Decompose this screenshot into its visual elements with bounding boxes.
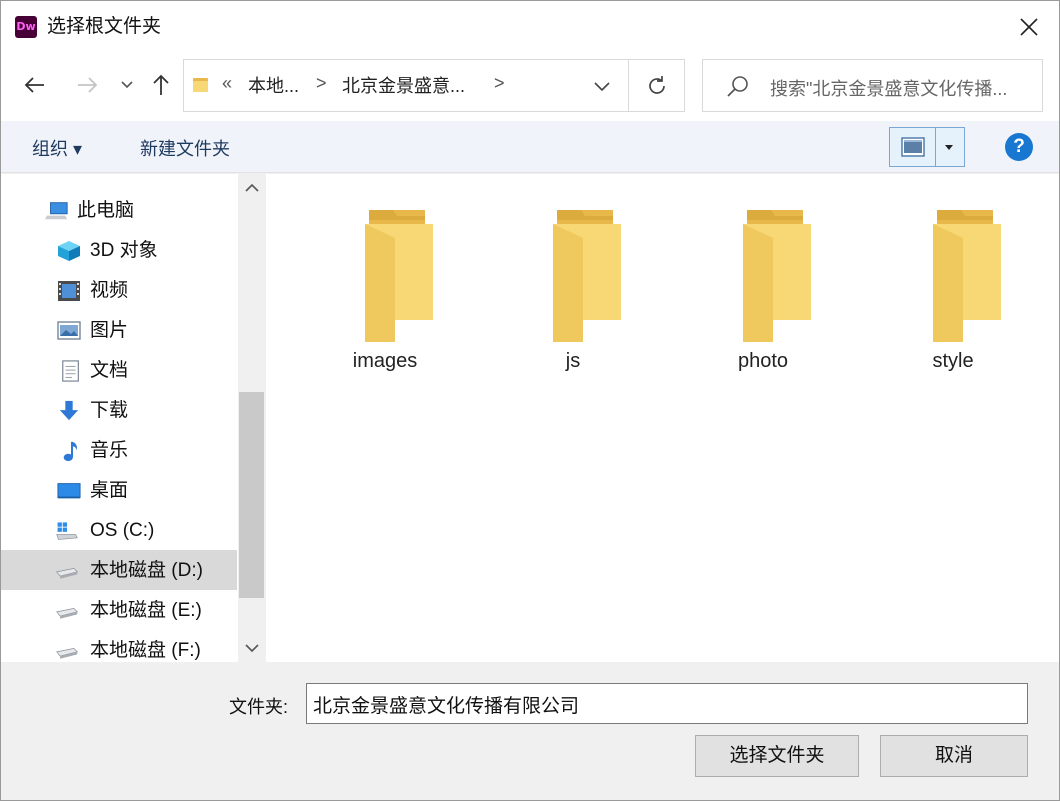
select-root-folder-dialog: Dw 选择根文件夹 « 本地... > 北京金景盛意... > 搜索"北京金景盛… bbox=[0, 0, 1060, 801]
forward-button[interactable] bbox=[73, 71, 101, 99]
nav-label: 文档 bbox=[90, 360, 129, 381]
address-history-dropdown[interactable] bbox=[588, 74, 616, 98]
chevron-down-icon bbox=[245, 644, 259, 653]
folder-icon bbox=[933, 210, 1001, 342]
nav-item-os-c[interactable]: OS (C:) bbox=[1, 510, 237, 550]
drive-icon bbox=[56, 648, 78, 659]
organize-menu-button[interactable]: 组织 ▾ bbox=[32, 135, 82, 161]
chevron-down-icon bbox=[121, 81, 133, 89]
folder-name-input[interactable]: 北京金景盛意文化传播有限公司 bbox=[306, 683, 1028, 724]
nav-label: 本地磁盘 (E:) bbox=[90, 600, 202, 621]
chevron-down-icon bbox=[594, 82, 610, 92]
file-list-pane: images js photo style bbox=[266, 174, 1059, 662]
breadcrumb-current[interactable]: 北京金景盛意... bbox=[342, 75, 465, 97]
folder-name: photo bbox=[737, 350, 789, 372]
folder-name: images bbox=[352, 350, 418, 372]
nav-item-documents[interactable]: 文档 bbox=[1, 350, 237, 390]
nav-item-pictures[interactable]: 图片 bbox=[1, 310, 237, 350]
refresh-button[interactable] bbox=[628, 60, 685, 111]
up-button[interactable] bbox=[147, 71, 175, 99]
nav-item-local-disk-e[interactable]: 本地磁盘 (E:) bbox=[1, 590, 237, 630]
folder-name: style bbox=[932, 350, 974, 372]
title-bar: Dw 选择根文件夹 bbox=[1, 1, 1059, 53]
nav-item-downloads[interactable]: 下载 bbox=[1, 390, 237, 430]
cancel-button[interactable]: 取消 bbox=[880, 735, 1028, 777]
folder-name: js bbox=[565, 350, 581, 372]
view-button-divider bbox=[935, 128, 936, 166]
nav-item-local-disk-d[interactable]: 本地磁盘 (D:) bbox=[1, 550, 237, 590]
nav-label: 下载 bbox=[90, 400, 129, 421]
folder-item-js[interactable]: js bbox=[498, 198, 648, 388]
folder-item-photo[interactable]: photo bbox=[688, 198, 838, 388]
search-icon bbox=[727, 76, 748, 97]
breadcrumb-local[interactable]: 本地... bbox=[248, 75, 299, 97]
nav-item-desktop[interactable]: 桌面 bbox=[1, 470, 237, 510]
chevron-up-icon bbox=[245, 183, 259, 192]
refresh-icon bbox=[649, 75, 665, 94]
music-icon bbox=[63, 441, 77, 462]
nav-pane-scrollbar[interactable] bbox=[238, 174, 265, 662]
folder-item-images[interactable]: images bbox=[310, 198, 460, 388]
nav-item-music[interactable]: 音乐 bbox=[1, 430, 237, 470]
address-bar[interactable]: « 本地... > 北京金景盛意... > bbox=[183, 59, 685, 112]
close-button[interactable] bbox=[1009, 9, 1049, 45]
arrow-right-icon bbox=[78, 77, 98, 93]
folder-icon bbox=[193, 78, 208, 92]
nav-label: OS (C:) bbox=[90, 520, 155, 541]
caret-down-icon bbox=[945, 145, 953, 150]
pictures-icon bbox=[57, 321, 81, 340]
folder-icon bbox=[743, 210, 811, 342]
breadcrumb-separator[interactable]: > bbox=[316, 73, 327, 94]
nav-item-videos[interactable]: 视频 bbox=[1, 270, 237, 310]
desktop-icon bbox=[57, 483, 81, 499]
downloads-icon bbox=[59, 400, 79, 421]
nav-label: 桌面 bbox=[90, 480, 129, 501]
new-folder-button[interactable]: 新建文件夹 bbox=[140, 135, 230, 161]
scroll-up-button[interactable] bbox=[242, 180, 262, 196]
drive-icon bbox=[56, 608, 78, 619]
drive-icon bbox=[56, 568, 78, 579]
videos-icon bbox=[58, 281, 80, 301]
nav-label: 音乐 bbox=[90, 440, 129, 461]
dialog-title: 选择根文件夹 bbox=[47, 16, 162, 37]
nav-item-this-pc[interactable]: 此电脑 bbox=[1, 190, 237, 230]
search-placeholder: 搜索"北京金景盛意文化传播... bbox=[770, 79, 1008, 99]
nav-item-3d-objects[interactable]: 3D 对象 bbox=[1, 230, 237, 270]
nav-label: 本地磁盘 (D:) bbox=[90, 560, 203, 581]
address-overflow[interactable]: « bbox=[222, 73, 232, 94]
windows-drive-icon bbox=[56, 522, 78, 540]
scroll-down-button[interactable] bbox=[242, 640, 262, 656]
nav-label: 3D 对象 bbox=[90, 240, 158, 261]
folder-icon bbox=[365, 210, 433, 342]
command-bar: 组织 ▾ 新建文件夹 ? bbox=[1, 121, 1059, 173]
nav-item-local-disk-f[interactable]: 本地磁盘 (F:) bbox=[1, 630, 237, 662]
nav-label: 图片 bbox=[90, 320, 129, 341]
folder-item-style[interactable]: style bbox=[878, 198, 1028, 388]
nav-label: 本地磁盘 (F:) bbox=[90, 640, 201, 661]
dreamweaver-app-icon: Dw bbox=[15, 16, 37, 38]
help-button[interactable]: ? bbox=[1005, 133, 1033, 161]
folder-icon bbox=[553, 210, 621, 342]
change-view-button[interactable] bbox=[889, 127, 965, 167]
scroll-thumb[interactable] bbox=[239, 392, 264, 598]
nav-label: 视频 bbox=[90, 280, 129, 301]
back-button[interactable] bbox=[21, 71, 49, 99]
navigation-pane: 此电脑 3D 对象 视频 图片 文档 下载 音乐 桌面 OS (C:) 本地磁盘… bbox=[1, 174, 265, 662]
arrow-left-icon bbox=[24, 77, 44, 93]
documents-icon bbox=[62, 360, 79, 382]
computer-icon bbox=[45, 202, 68, 220]
folder-field-label: 文件夹: bbox=[229, 697, 289, 717]
3d-objects-icon bbox=[58, 241, 80, 261]
dialog-footer: 文件夹: 北京金景盛意文化传播有限公司 选择文件夹 取消 bbox=[1, 663, 1059, 800]
view-large-icons-icon bbox=[901, 137, 925, 157]
arrow-up-icon bbox=[153, 74, 169, 95]
recent-locations-button[interactable] bbox=[113, 71, 141, 99]
nav-label: 此电脑 bbox=[77, 200, 135, 221]
breadcrumb-separator[interactable]: > bbox=[494, 73, 505, 94]
close-icon bbox=[1020, 18, 1038, 36]
navigation-row: « 本地... > 北京金景盛意... > 搜索"北京金景盛意文化传播... bbox=[1, 53, 1059, 121]
select-folder-button[interactable]: 选择文件夹 bbox=[695, 735, 859, 777]
search-input[interactable]: 搜索"北京金景盛意文化传播... bbox=[702, 59, 1043, 112]
